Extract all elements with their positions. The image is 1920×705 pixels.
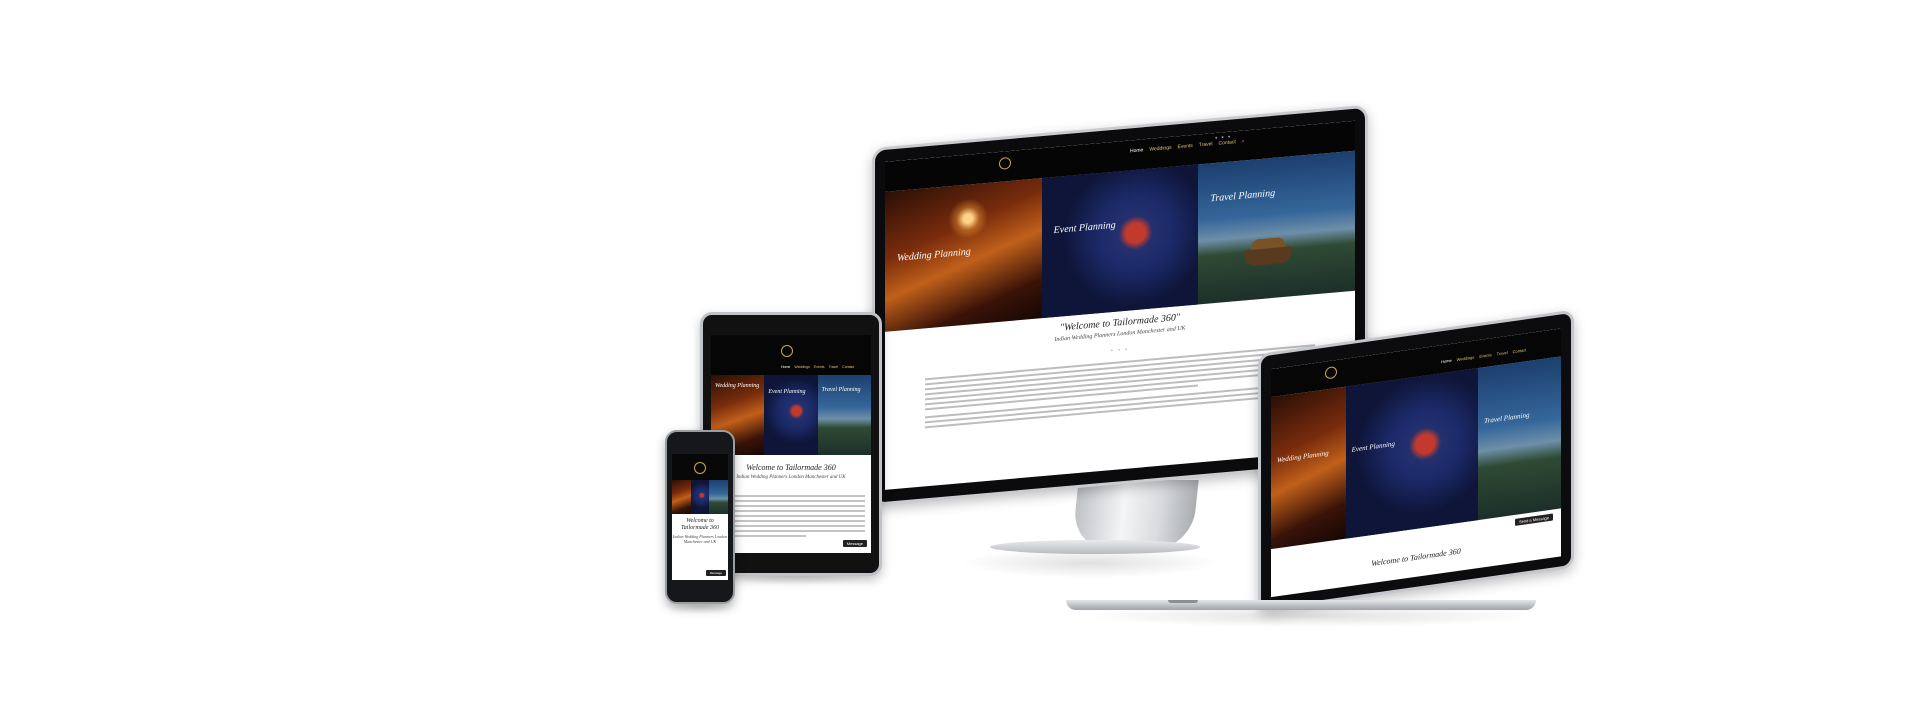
nav-travel[interactable]: Travel	[1199, 141, 1213, 148]
body-text-lines	[925, 344, 1315, 431]
tablet-header: Home Weddings Events Travel Contact	[711, 335, 871, 375]
nav-events[interactable]: Events	[1479, 352, 1491, 359]
hero-panel-travel[interactable]	[709, 480, 728, 514]
message-button[interactable]: Message	[842, 540, 867, 547]
tablet-hero: Wedding Planning Event Planning Travel P…	[711, 375, 871, 455]
welcome-subtitle: Indian Wedding Planners London Mancheste…	[673, 534, 727, 544]
panel-title: Travel Planning	[1210, 187, 1276, 205]
phone-device: Welcome to Tailormade 360 Indian Wedding…	[665, 430, 735, 604]
hero-panel-travel[interactable]: Travel Planning	[1198, 150, 1355, 305]
welcome-subtitle: Indian Wedding Planners London Mancheste…	[736, 475, 846, 480]
nav-events[interactable]: Events	[1178, 143, 1193, 150]
laptop-base	[1066, 600, 1536, 610]
main-nav: Home Weddings Events Travel Contact ⌕	[1130, 138, 1245, 154]
welcome-heading: Welcome to Tailormade 360	[746, 463, 836, 472]
hero-panel-travel[interactable]: Travel Planning	[1478, 356, 1561, 521]
instagram-icon[interactable]: ●	[1228, 134, 1230, 139]
hero-panel-wedding[interactable]	[672, 480, 691, 514]
hero-panel-wedding[interactable]: Wedding Planning	[885, 178, 1042, 332]
nav-home[interactable]: Home	[1130, 147, 1143, 154]
hero-panel-travel[interactable]: Travel Planning	[817, 375, 871, 455]
tablet-nav: Home Weddings Events Travel Contact	[781, 365, 854, 369]
nav-contact[interactable]: Contact	[842, 365, 854, 369]
twitter-icon[interactable]: ●	[1221, 134, 1223, 139]
search-icon[interactable]: ⌕	[1242, 138, 1245, 144]
hero-panel-event[interactable]: Event Planning	[764, 375, 818, 455]
nav-home[interactable]: Home	[1441, 358, 1452, 364]
panel-title: Event Planning	[768, 389, 806, 395]
panel-title: Event Planning	[1351, 439, 1395, 454]
hero-panel-event[interactable]	[690, 480, 710, 514]
phone-hero	[672, 480, 728, 514]
message-button[interactable]: Message	[705, 570, 726, 576]
panel-title: Event Planning	[1053, 219, 1116, 237]
panel-title: Travel Planning	[821, 387, 861, 393]
body-text-lines	[717, 495, 865, 540]
hero-panel-event[interactable]: Event Planning	[1041, 164, 1199, 319]
hero-panel-wedding[interactable]: Wedding Planning	[1271, 386, 1346, 550]
nav-travel[interactable]: Travel	[829, 365, 839, 369]
nav-events[interactable]: Events	[814, 365, 825, 369]
nav-weddings[interactable]: Weddings	[1149, 145, 1171, 153]
panel-title: Wedding Planning	[1277, 449, 1329, 465]
laptop-device: Home Weddings Events Travel Contact Wedd…	[1258, 309, 1574, 612]
panel-title: Travel Planning	[1484, 410, 1530, 426]
nav-weddings[interactable]: Weddings	[1457, 355, 1475, 362]
laptop-notch	[1168, 600, 1198, 603]
nav-weddings[interactable]: Weddings	[794, 365, 810, 369]
nav-contact[interactable]: Contact	[1219, 139, 1236, 147]
site-logo	[985, 156, 1025, 173]
chandelier-image	[947, 196, 988, 241]
welcome-heading: Welcome to Tailormade 360	[681, 518, 719, 531]
phone-header	[672, 454, 728, 480]
monitor-stand-base	[990, 540, 1200, 554]
laptop-screen: Home Weddings Events Travel Contact Wedd…	[1271, 328, 1561, 598]
facebook-icon[interactable]: ●	[1215, 135, 1217, 140]
send-message-button[interactable]: Send a Message	[1514, 513, 1553, 526]
laptop-logo	[1311, 364, 1351, 384]
phone-screen: Welcome to Tailormade 360 Indian Wedding…	[672, 454, 728, 580]
nav-contact[interactable]: Contact	[1513, 347, 1527, 354]
tablet-logo	[767, 345, 807, 359]
hero-panel-event[interactable]: Event Planning	[1345, 368, 1479, 539]
nav-travel[interactable]: Travel	[1497, 350, 1508, 357]
houseboat-image	[1245, 245, 1292, 266]
panel-title: Wedding Planning	[715, 383, 760, 389]
panel-title: Wedding Planning	[897, 246, 971, 264]
phone-logo	[694, 462, 706, 474]
tablet-screen: Home Weddings Events Travel Contact Wedd…	[711, 335, 871, 553]
nav-home[interactable]: Home	[781, 365, 790, 369]
laptop-nav: Home Weddings Events Travel Contact	[1441, 347, 1526, 364]
